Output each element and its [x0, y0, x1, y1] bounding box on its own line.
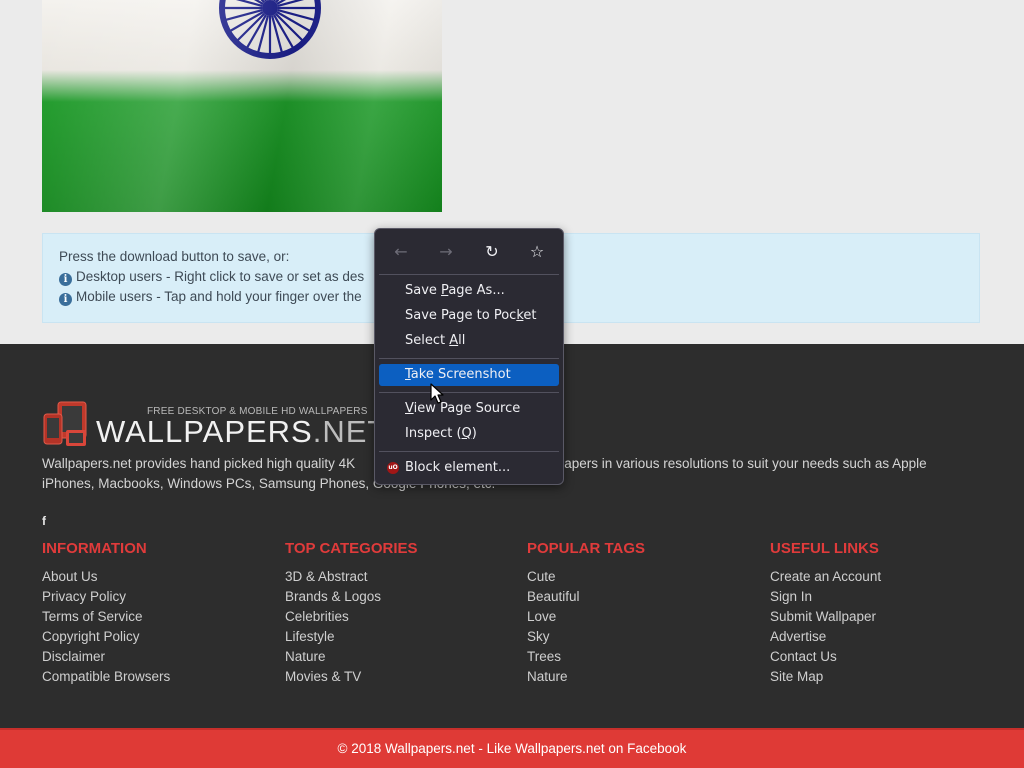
footer-description-left: Wallpapers.net provides hand picked high… [42, 456, 356, 471]
footer-link[interactable]: Love [527, 607, 767, 627]
footer-link[interactable]: Copyright Policy [42, 627, 282, 647]
footer-col-top-categories: TOP CATEGORIES 3D & Abstract Brands & Lo… [285, 540, 525, 687]
info-circle-icon: i [59, 293, 72, 306]
footer-col-information: INFORMATION About Us Privacy Policy Term… [42, 540, 282, 687]
menu-accesskey: Q [461, 426, 472, 441]
ublock-origin-icon: uO [387, 462, 399, 474]
bookmark-star-icon[interactable]: ☆ [526, 241, 548, 263]
menu-item-block-element[interactable]: uO Block element... [379, 457, 559, 479]
footer-description-right: allpapers in various resolutions to suit… [543, 456, 927, 471]
menu-text: Block element... [405, 460, 511, 475]
footer-link[interactable]: Trees [527, 647, 767, 667]
flag-fold-shading [42, 0, 442, 212]
footer-link[interactable]: Nature [285, 647, 525, 667]
footer-link[interactable]: Disclaimer [42, 647, 282, 667]
footer-link[interactable]: 3D & Abstract [285, 567, 525, 587]
footer-col-popular-tags: POPULAR TAGS Cute Beautiful Love Sky Tre… [527, 540, 767, 687]
devices-logo-icon [43, 401, 87, 446]
info-line-1: Press the download button to save, or: [59, 249, 290, 264]
footer-link[interactable]: Create an Account [770, 567, 1010, 587]
menu-item-save-to-pocket[interactable]: Save Page to Pocket [379, 305, 559, 327]
footer-link[interactable]: Brands & Logos [285, 587, 525, 607]
menu-accesskey: A [449, 333, 459, 348]
browser-context-menu: ← → ↻ ☆ Save Page As... Save Page to Poc… [374, 228, 564, 485]
menu-text: Save Page to Poc [405, 308, 517, 323]
footer-link[interactable]: Sky [527, 627, 767, 647]
menu-separator [379, 392, 559, 393]
menu-text: Select [405, 333, 450, 348]
footer-col-useful-links: USEFUL LINKS Create an Account Sign In S… [770, 540, 1010, 687]
footer-link[interactable]: Contact Us [770, 647, 1010, 667]
mouse-pointer-icon [430, 383, 444, 404]
facebook-icon[interactable]: f [42, 514, 46, 528]
menu-item-inspect[interactable]: Inspect (Q) [379, 423, 559, 445]
menu-text: ake Screenshot [410, 367, 511, 382]
col-title: INFORMATION [42, 540, 147, 557]
back-arrow-icon[interactable]: ← [390, 241, 412, 263]
wallpaper-image[interactable] [42, 0, 442, 212]
reload-icon[interactable]: ↻ [481, 241, 503, 263]
menu-text: ll [458, 333, 466, 348]
logo-name-main: WALLPAPERS [96, 414, 313, 449]
footer-link[interactable]: Movies & TV [285, 667, 525, 687]
footer-link[interactable]: About Us [42, 567, 282, 587]
menu-text: age As... [448, 283, 505, 298]
menu-text: Inspect ( [405, 426, 462, 441]
info-line-desktop: i Desktop users - Right click to save or … [59, 269, 364, 286]
footer-link[interactable]: Beautiful [527, 587, 767, 607]
info-line-mobile-text: Mobile users - Tap and hold your finger … [76, 289, 362, 304]
info-line-mobile: i Mobile users - Tap and hold your finger… [59, 289, 362, 306]
footer-link[interactable]: Site Map [770, 667, 1010, 687]
copyright-bar[interactable]: © 2018 Wallpapers.net - Like Wallpapers.… [0, 728, 1024, 768]
logo-wordmark: WALLPAPERS.NET [96, 414, 387, 450]
footer-link[interactable]: Nature [527, 667, 767, 687]
footer-link[interactable]: Terms of Service [42, 607, 282, 627]
footer-link[interactable]: Privacy Policy [42, 587, 282, 607]
footer-link[interactable]: Compatible Browsers [42, 667, 282, 687]
info-line-desktop-text: Desktop users - Right click to save or s… [76, 269, 365, 284]
col-title: POPULAR TAGS [527, 540, 646, 557]
footer-link[interactable]: Lifestyle [285, 627, 525, 647]
menu-separator [379, 358, 559, 359]
forward-arrow-icon[interactable]: → [435, 241, 457, 263]
menu-item-take-screenshot[interactable]: Take Screenshot [379, 364, 559, 386]
menu-item-select-all[interactable]: Select All [379, 330, 559, 352]
footer-link[interactable]: Submit Wallpaper [770, 607, 1010, 627]
menu-text: et [523, 308, 537, 323]
menu-text: Save [405, 283, 442, 298]
menu-separator [379, 274, 559, 275]
col-title: USEFUL LINKS [770, 540, 879, 557]
footer-link[interactable]: Sign In [770, 587, 1010, 607]
menu-item-save-page-as[interactable]: Save Page As... [379, 280, 559, 302]
col-title: TOP CATEGORIES [285, 540, 418, 557]
menu-item-view-page-source[interactable]: View Page Source [379, 398, 559, 420]
footer-link[interactable]: Celebrities [285, 607, 525, 627]
wallpapers-net-logo[interactable]: FREE DESKTOP & MOBILE HD WALLPAPERS WALL… [42, 400, 386, 449]
footer-link[interactable]: Advertise [770, 627, 1010, 647]
menu-accesskey: V [405, 401, 414, 416]
footer-link[interactable]: Cute [527, 567, 767, 587]
menu-text: ) [471, 426, 477, 441]
info-circle-icon: i [59, 273, 72, 286]
menu-separator [379, 451, 559, 452]
